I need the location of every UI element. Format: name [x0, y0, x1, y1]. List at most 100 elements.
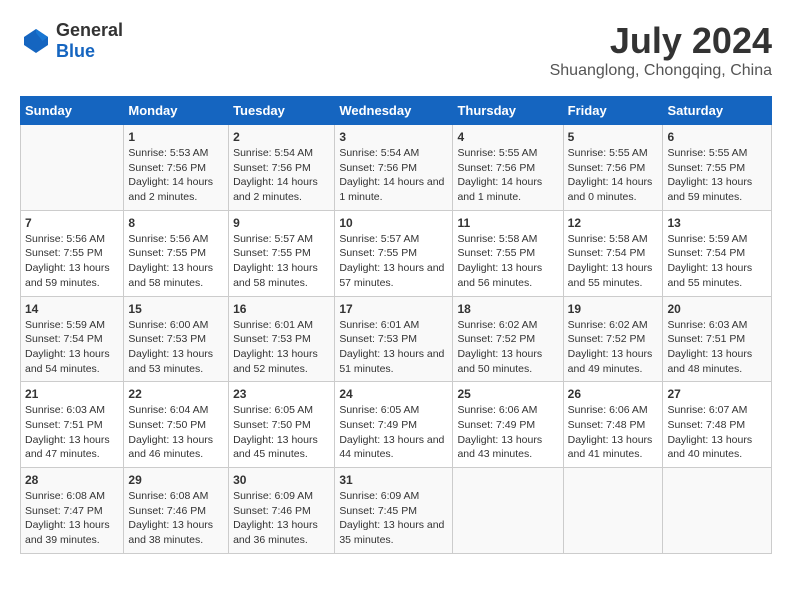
calendar-cell-5-1: 28Sunrise: 6:08 AMSunset: 7:47 PMDayligh… — [21, 468, 124, 554]
day-number: 18 — [457, 302, 558, 316]
day-number: 1 — [128, 130, 224, 144]
day-detail: Sunrise: 5:57 AMSunset: 7:55 PMDaylight:… — [339, 232, 448, 291]
calendar-week-5: 28Sunrise: 6:08 AMSunset: 7:47 PMDayligh… — [21, 468, 772, 554]
calendar-cell-5-7 — [663, 468, 772, 554]
calendar-cell-2-1: 7 Sunrise: 5:56 AMSunset: 7:55 PMDaylight… — [21, 210, 124, 296]
logo-icon — [20, 25, 52, 57]
day-detail: Sunrise: 5:56 AMSunset: 7:55 PMDaylight:… — [25, 232, 119, 291]
day-detail: Sunrise: 6:03 AMSunset: 7:51 PMDaylight:… — [667, 318, 767, 377]
logo-general-text: General — [56, 20, 123, 40]
day-number: 9 — [233, 216, 330, 230]
day-number: 7 — [25, 216, 119, 230]
page-title: July 2024 — [550, 20, 772, 62]
day-detail: Sunrise: 5:54 AMSunset: 7:56 PMDaylight:… — [233, 146, 330, 205]
calendar-cell-4-3: 23 Sunrise: 6:05 AMSunset: 7:50 PMDayligh… — [229, 382, 335, 468]
day-number: 12 — [568, 216, 659, 230]
calendar-cell-1-5: 4 Sunrise: 5:55 AMSunset: 7:56 PMDaylight… — [453, 125, 563, 211]
calendar-cell-3-5: 18 Sunrise: 6:02 AMSunset: 7:52 PMDayligh… — [453, 296, 563, 382]
day-number: 16 — [233, 302, 330, 316]
calendar-cell-3-2: 15 Sunrise: 6:00 AMSunset: 7:53 PMDayligh… — [124, 296, 229, 382]
day-detail: Sunrise: 6:05 AMSunset: 7:50 PMDaylight:… — [233, 403, 330, 462]
calendar-cell-3-1: 14Sunrise: 5:59 AMSunset: 7:54 PMDayligh… — [21, 296, 124, 382]
day-number: 31 — [339, 473, 448, 487]
calendar-cell-2-4: 10Sunrise: 5:57 AMSunset: 7:55 PMDayligh… — [335, 210, 453, 296]
day-detail: Sunrise: 6:08 AMSunset: 7:46 PMDaylight:… — [128, 489, 224, 548]
calendar-cell-1-7: 6Sunrise: 5:55 AMSunset: 7:55 PMDaylight… — [663, 125, 772, 211]
day-detail: Sunrise: 6:02 AMSunset: 7:52 PMDaylight:… — [568, 318, 659, 377]
page-subtitle: Shuanglong, Chongqing, China — [550, 62, 772, 80]
day-number: 2 — [233, 130, 330, 144]
day-detail: Sunrise: 6:06 AMSunset: 7:49 PMDaylight:… — [457, 403, 558, 462]
day-number: 28 — [25, 473, 119, 487]
calendar-table: SundayMondayTuesdayWednesdayThursdayFrid… — [20, 96, 772, 554]
day-number: 3 — [339, 130, 448, 144]
calendar-cell-3-6: 19 Sunrise: 6:02 AMSunset: 7:52 PMDayligh… — [563, 296, 663, 382]
calendar-cell-4-1: 21 Sunrise: 6:03 AMSunset: 7:51 PMDayligh… — [21, 382, 124, 468]
day-number: 21 — [25, 387, 119, 401]
day-detail: Sunrise: 5:55 AMSunset: 7:56 PMDaylight:… — [457, 146, 558, 205]
day-detail: Sunrise: 5:56 AMSunset: 7:55 PMDaylight:… — [128, 232, 224, 291]
calendar-cell-4-6: 26 Sunrise: 6:06 AMSunset: 7:48 PMDayligh… — [563, 382, 663, 468]
day-detail: Sunrise: 5:58 AMSunset: 7:54 PMDaylight:… — [568, 232, 659, 291]
calendar-cell-1-3: 2 Sunrise: 5:54 AMSunset: 7:56 PMDaylight… — [229, 125, 335, 211]
day-number: 17 — [339, 302, 448, 316]
day-detail: Sunrise: 5:54 AMSunset: 7:56 PMDaylight:… — [339, 146, 448, 205]
calendar-week-4: 21 Sunrise: 6:03 AMSunset: 7:51 PMDayligh… — [21, 382, 772, 468]
day-number: 15 — [128, 302, 224, 316]
day-number: 19 — [568, 302, 659, 316]
calendar-cell-5-6 — [563, 468, 663, 554]
day-detail: Sunrise: 5:53 AMSunset: 7:56 PMDaylight:… — [128, 146, 224, 205]
calendar-week-1: 1 Sunrise: 5:53 AMSunset: 7:56 PMDaylight… — [21, 125, 772, 211]
calendar-cell-2-3: 9 Sunrise: 5:57 AMSunset: 7:55 PMDaylight… — [229, 210, 335, 296]
calendar-week-3: 14Sunrise: 5:59 AMSunset: 7:54 PMDayligh… — [21, 296, 772, 382]
day-detail: Sunrise: 5:55 AMSunset: 7:56 PMDaylight:… — [568, 146, 659, 205]
day-number: 4 — [457, 130, 558, 144]
header-friday: Friday — [563, 97, 663, 125]
logo-text-block: General Blue — [56, 20, 123, 62]
calendar-cell-1-1 — [21, 125, 124, 211]
day-detail: Sunrise: 6:00 AMSunset: 7:53 PMDaylight:… — [128, 318, 224, 377]
day-number: 27 — [667, 387, 767, 401]
calendar-cell-2-2: 8 Sunrise: 5:56 AMSunset: 7:55 PMDaylight… — [124, 210, 229, 296]
calendar-cell-3-3: 16 Sunrise: 6:01 AMSunset: 7:53 PMDayligh… — [229, 296, 335, 382]
day-detail: Sunrise: 6:02 AMSunset: 7:52 PMDaylight:… — [457, 318, 558, 377]
day-number: 30 — [233, 473, 330, 487]
header-monday: Monday — [124, 97, 229, 125]
calendar-cell-5-2: 29 Sunrise: 6:08 AMSunset: 7:46 PMDayligh… — [124, 468, 229, 554]
day-detail: Sunrise: 5:57 AMSunset: 7:55 PMDaylight:… — [233, 232, 330, 291]
day-number: 6 — [667, 130, 767, 144]
calendar-cell-4-5: 25Sunrise: 6:06 AMSunset: 7:49 PMDayligh… — [453, 382, 563, 468]
day-number: 5 — [568, 130, 659, 144]
day-number: 13 — [667, 216, 767, 230]
calendar-cell-4-7: 27 Sunrise: 6:07 AMSunset: 7:48 PMDayligh… — [663, 382, 772, 468]
header-wednesday: Wednesday — [335, 97, 453, 125]
day-detail: Sunrise: 6:04 AMSunset: 7:50 PMDaylight:… — [128, 403, 224, 462]
day-number: 22 — [128, 387, 224, 401]
calendar-week-2: 7 Sunrise: 5:56 AMSunset: 7:55 PMDaylight… — [21, 210, 772, 296]
title-block: July 2024 Shuanglong, Chongqing, China — [550, 20, 772, 80]
day-detail: Sunrise: 6:09 AMSunset: 7:45 PMDaylight:… — [339, 489, 448, 548]
day-detail: Sunrise: 6:05 AMSunset: 7:49 PMDaylight:… — [339, 403, 448, 462]
day-number: 8 — [128, 216, 224, 230]
calendar-cell-3-4: 17 Sunrise: 6:01 AMSunset: 7:53 PMDayligh… — [335, 296, 453, 382]
day-detail: Sunrise: 6:01 AMSunset: 7:53 PMDaylight:… — [233, 318, 330, 377]
day-number: 23 — [233, 387, 330, 401]
calendar-cell-5-3: 30 Sunrise: 6:09 AMSunset: 7:46 PMDayligh… — [229, 468, 335, 554]
day-number: 29 — [128, 473, 224, 487]
calendar-cell-2-6: 12 Sunrise: 5:58 AMSunset: 7:54 PMDayligh… — [563, 210, 663, 296]
day-number: 26 — [568, 387, 659, 401]
day-detail: Sunrise: 6:01 AMSunset: 7:53 PMDaylight:… — [339, 318, 448, 377]
page-header: General Blue July 2024 Shuanglong, Chong… — [20, 20, 772, 80]
day-number: 11 — [457, 216, 558, 230]
day-detail: Sunrise: 6:07 AMSunset: 7:48 PMDaylight:… — [667, 403, 767, 462]
calendar-header-row: SundayMondayTuesdayWednesdayThursdayFrid… — [21, 97, 772, 125]
calendar-cell-2-7: 13Sunrise: 5:59 AMSunset: 7:54 PMDayligh… — [663, 210, 772, 296]
day-detail: Sunrise: 6:09 AMSunset: 7:46 PMDaylight:… — [233, 489, 330, 548]
day-detail: Sunrise: 6:03 AMSunset: 7:51 PMDaylight:… — [25, 403, 119, 462]
calendar-cell-3-7: 20Sunrise: 6:03 AMSunset: 7:51 PMDayligh… — [663, 296, 772, 382]
day-number: 24 — [339, 387, 448, 401]
day-detail: Sunrise: 6:06 AMSunset: 7:48 PMDaylight:… — [568, 403, 659, 462]
calendar-cell-1-6: 5 Sunrise: 5:55 AMSunset: 7:56 PMDaylight… — [563, 125, 663, 211]
day-number: 14 — [25, 302, 119, 316]
logo-blue-text: Blue — [56, 41, 95, 61]
